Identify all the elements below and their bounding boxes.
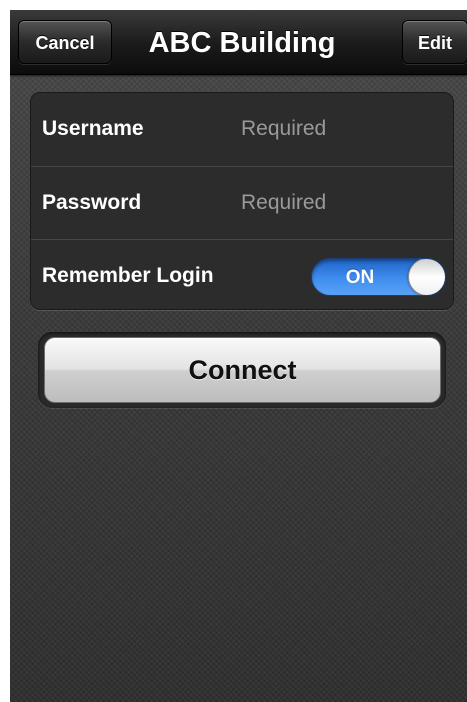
cancel-button[interactable]: Cancel (18, 20, 112, 64)
connect-button[interactable]: Connect (44, 337, 441, 403)
remember-login-row: Remember Login ON (31, 239, 453, 309)
edit-button[interactable]: Edit (402, 20, 467, 64)
remember-login-label: Remember Login (42, 264, 214, 287)
password-label: Password (42, 191, 142, 214)
toggle-knob[interactable] (408, 259, 445, 295)
app-screen: Cancel ABC Building Edit Username Passwo… (10, 10, 467, 702)
username-row: Username (31, 93, 453, 165)
password-row: Password (31, 166, 453, 238)
toggle-on-text: ON (345, 267, 375, 288)
remember-login-toggle[interactable]: ON (311, 258, 446, 296)
login-form: Username Password Remember Login ON (30, 92, 454, 310)
navigation-bar: Cancel ABC Building Edit (10, 10, 467, 75)
username-label: Username (42, 117, 144, 140)
password-field[interactable] (236, 185, 436, 221)
username-field[interactable] (236, 111, 436, 147)
